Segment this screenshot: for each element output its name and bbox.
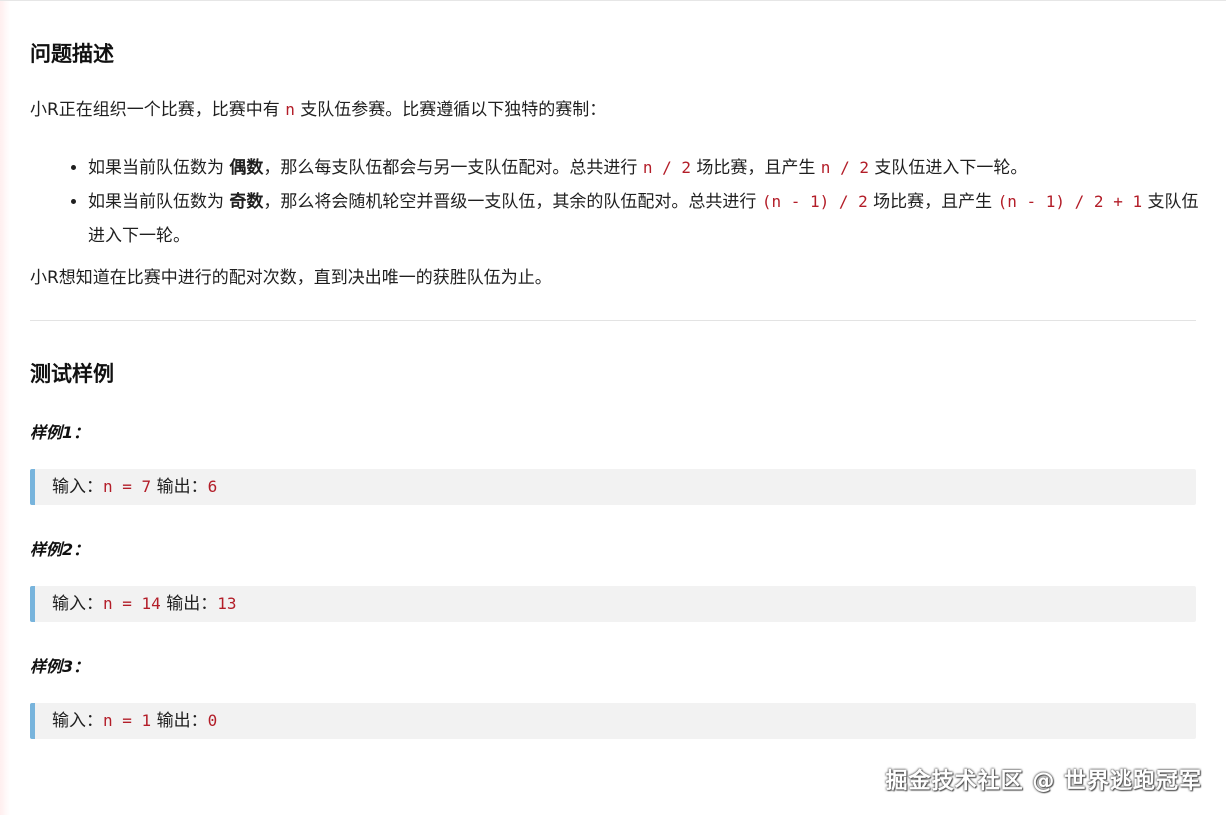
rule-text: 场比赛，且产生: [690, 158, 821, 178]
output-code: 6: [207, 477, 218, 496]
watermark: 掘金技术社区 @ 世界逃跑冠军: [885, 769, 1202, 794]
example-label: 样例1：: [30, 423, 90, 442]
example-block: 输入：n = 7 输出：6: [30, 469, 1196, 505]
input-label: 输入：: [52, 711, 103, 731]
input-code: n = 14: [103, 594, 161, 613]
input-code: n = 1: [103, 711, 152, 730]
section-divider: [30, 320, 1196, 321]
rule-odd: 如果当前队伍数为 奇数，那么将会随机轮空并晋级一支队伍，其余的队伍配对。总共进行…: [88, 185, 1208, 253]
rule-text: 支队伍进入下一轮。: [868, 158, 1028, 178]
output-label: 输出：: [156, 711, 208, 731]
example-label: 样例3：: [30, 657, 90, 676]
rule-even: 如果当前队伍数为 偶数，那么每支队伍都会与另一支队伍配对。总共进行 n / 2 …: [88, 151, 1208, 185]
rule-keyword-even: 偶数: [229, 158, 264, 178]
output-code: 13: [217, 594, 237, 613]
input-code: n = 7: [103, 477, 152, 496]
rules-list: 如果当前队伍数为 偶数，那么每支队伍都会与另一支队伍配对。总共进行 n / 2 …: [60, 151, 1208, 253]
rule-keyword-odd: 奇数: [229, 192, 264, 212]
example-block: 输入：n = 1 输出：0: [30, 703, 1196, 739]
rule-text: 如果当前队伍数为: [88, 192, 230, 212]
input-label: 输入：: [52, 477, 103, 497]
left-edge-shade: [0, 1, 10, 815]
output-label: 输出：: [166, 594, 218, 614]
rule-code: n / 2: [820, 158, 869, 177]
problem-heading: 问题描述: [30, 42, 114, 66]
input-label: 输入：: [52, 594, 103, 614]
article-page: 问题描述 小R正在组织一个比赛，比赛中有 n 支队伍参赛。比赛遵循以下独特的赛制…: [0, 0, 1226, 815]
rule-code: (n - 1) / 2 + 1: [997, 192, 1143, 211]
problem-outro: 小R想知道在比赛中进行的配对次数，直到决出唯一的获胜队伍为止。: [30, 268, 552, 288]
rule-text: 如果当前队伍数为: [88, 158, 230, 178]
rule-code: (n - 1) / 2: [761, 192, 868, 211]
rule-text: 场比赛，且产生: [867, 192, 998, 212]
example-label: 样例2：: [30, 540, 90, 559]
tests-heading: 测试样例: [30, 362, 114, 386]
intro-text-after: 支队伍参赛。比赛遵循以下独特的赛制：: [294, 100, 607, 120]
rule-text: ，那么将会随机轮空并晋级一支队伍，其余的队伍配对。总共进行: [263, 192, 762, 212]
problem-intro: 小R正在组织一个比赛，比赛中有 n 支队伍参赛。比赛遵循以下独特的赛制：: [30, 97, 606, 123]
rule-text: ，那么每支队伍都会与另一支队伍配对。总共进行: [263, 158, 643, 178]
output-label: 输出：: [156, 477, 208, 497]
output-code: 0: [207, 711, 218, 730]
example-block: 输入：n = 14 输出：13: [30, 586, 1196, 622]
intro-text-before: 小R正在组织一个比赛，比赛中有: [30, 100, 286, 120]
rule-code: n / 2: [642, 158, 691, 177]
intro-code-n: n: [285, 100, 295, 119]
